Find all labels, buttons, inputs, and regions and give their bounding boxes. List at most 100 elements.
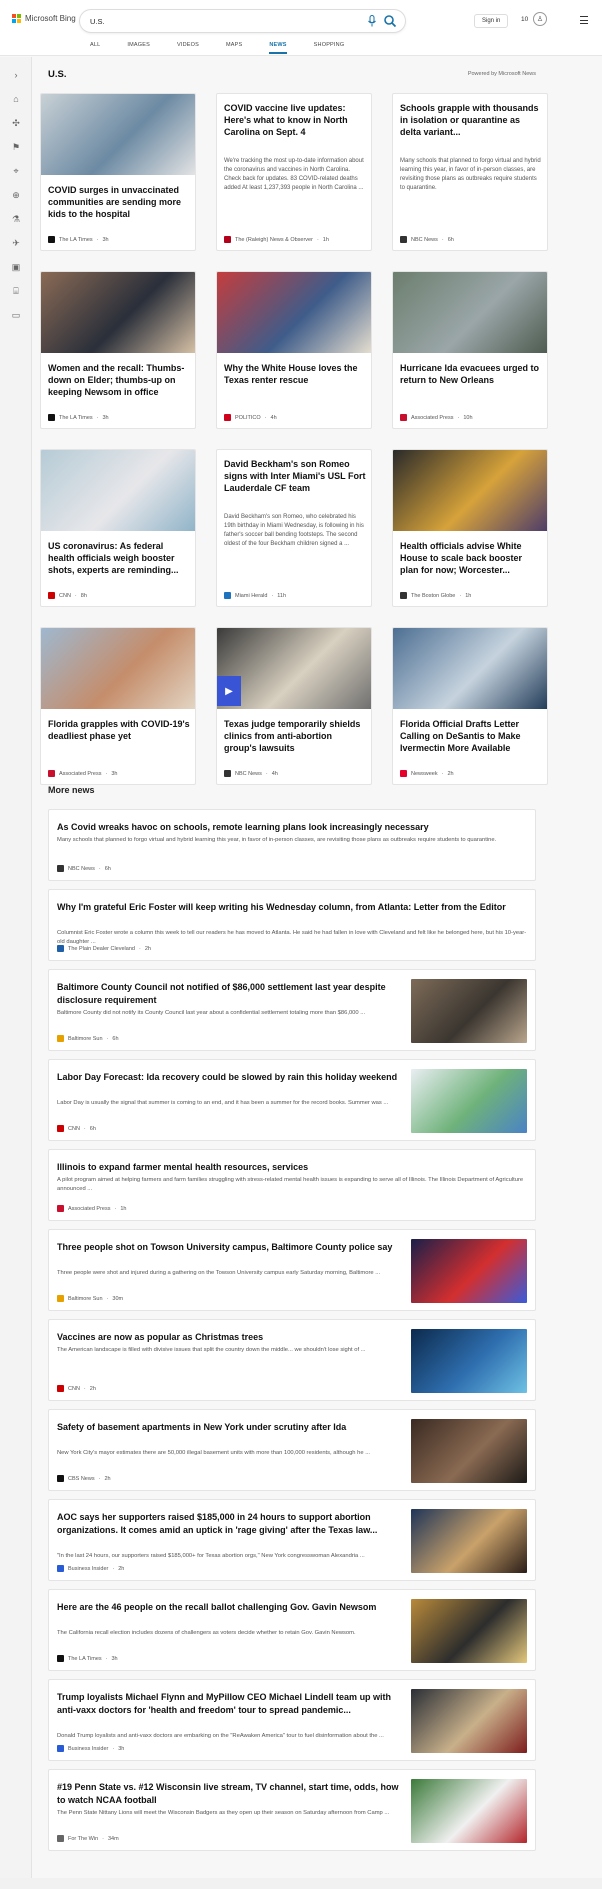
news-card-image[interactable] [41, 94, 195, 175]
news-card-source[interactable]: The LA Times · 3h [48, 414, 109, 421]
news-card-source[interactable]: The (Raleigh) News & Observer · 1h [224, 236, 329, 243]
tab-all[interactable]: ALL [90, 42, 100, 54]
news-card-title[interactable]: Florida Official Drafts Letter Calling o… [400, 718, 542, 754]
sign-in-button[interactable]: Sign in [474, 14, 509, 28]
video-icon[interactable]: ▣ [10, 261, 22, 273]
news-card[interactable]: Schools grapple with thousands in isolat… [392, 93, 548, 251]
tab-maps[interactable]: MAPS [226, 42, 242, 54]
news-card-image[interactable] [217, 272, 371, 353]
news-card-source[interactable]: The Boston Globe · 1h [400, 592, 471, 599]
news-card-source[interactable]: Associated Press · 3h [48, 770, 117, 777]
more-news-title[interactable]: #19 Penn State vs. #12 Wisconsin live st… [57, 1781, 407, 1807]
more-news-source[interactable]: For The Win · 34m [57, 1835, 119, 1842]
more-news-title[interactable]: Three people shot on Towson University c… [57, 1241, 407, 1254]
news-card-source[interactable]: Associated Press · 10h [400, 414, 473, 421]
more-news-item[interactable]: Illinois to expand farmer mental health … [48, 1149, 536, 1221]
news-card-image[interactable] [393, 272, 547, 353]
more-news-title[interactable]: Labor Day Forecast: Ida recovery could b… [57, 1071, 407, 1084]
more-news-title[interactable]: Why I'm grateful Eric Foster will keep w… [57, 901, 527, 914]
more-news-source[interactable]: Baltimore Sun · 30m [57, 1295, 123, 1302]
more-news-item[interactable]: Baltimore County Council not notified of… [48, 969, 536, 1051]
more-news-source[interactable]: The Plain Dealer Cleveland · 2h [57, 945, 151, 952]
more-news-title[interactable]: AOC says her supporters raised $185,000 … [57, 1511, 407, 1537]
more-news-item[interactable]: Labor Day Forecast: Ida recovery could b… [48, 1059, 536, 1141]
card-icon[interactable]: ▭ [10, 309, 22, 321]
tab-videos[interactable]: VIDEOS [177, 42, 199, 54]
news-card[interactable]: Florida Official Drafts Letter Calling o… [392, 627, 548, 785]
more-news-item[interactable]: As Covid wreaks havoc on schools, remote… [48, 809, 536, 881]
more-news-item[interactable]: AOC says her supporters raised $185,000 … [48, 1499, 536, 1581]
more-news-item[interactable]: Safety of basement apartments in New Yor… [48, 1409, 536, 1491]
more-news-image[interactable] [411, 1599, 527, 1663]
tab-news[interactable]: NEWS [269, 42, 287, 54]
more-news-image[interactable] [411, 979, 527, 1043]
news-card[interactable]: US coronavirus: As federal health offici… [40, 449, 196, 607]
more-news-source[interactable]: Business Insider · 2h [57, 1565, 124, 1572]
news-card-title[interactable]: Texas judge temporarily shields clinics … [224, 718, 366, 754]
news-card-image[interactable] [41, 272, 195, 353]
more-news-title[interactable]: Here are the 46 people on the recall bal… [57, 1601, 407, 1614]
more-news-source[interactable]: CNN · 6h [57, 1125, 96, 1132]
rewards-points[interactable]: 10 [521, 16, 528, 23]
space-icon[interactable]: ✈ [10, 237, 22, 249]
more-news-item[interactable]: Here are the 46 people on the recall bal… [48, 1589, 536, 1671]
news-card-title[interactable]: Schools grapple with thousands in isolat… [400, 102, 542, 138]
news-card-source[interactable]: POLITICO · 4h [224, 414, 277, 421]
more-news-source[interactable]: CNN · 2h [57, 1385, 96, 1392]
more-news-title[interactable]: As Covid wreaks havoc on schools, remote… [57, 821, 527, 834]
search-box[interactable] [80, 10, 405, 32]
more-news-title[interactable]: Baltimore County Council not notified of… [57, 981, 407, 1007]
hamburger-menu-icon[interactable] [580, 16, 588, 24]
more-news-item[interactable]: Vaccines are now as popular as Christmas… [48, 1319, 536, 1401]
rewards-icon[interactable]: ♙ [533, 12, 547, 26]
search-input[interactable] [90, 16, 330, 26]
news-card-title[interactable]: David Beckham's son Romeo signs with Int… [224, 458, 366, 494]
more-news-image[interactable] [411, 1069, 527, 1133]
news-card[interactable]: Hurricane Ida evacuees urged to return t… [392, 271, 548, 429]
microphone-icon[interactable] [367, 15, 377, 27]
pin-icon[interactable]: ✣ [10, 117, 22, 129]
news-card-title[interactable]: Hurricane Ida evacuees urged to return t… [400, 362, 542, 386]
more-news-source[interactable]: The LA Times · 3h [57, 1655, 118, 1662]
more-news-image[interactable] [411, 1689, 527, 1753]
news-card-title[interactable]: Florida grapples with COVID-19's deadlie… [48, 718, 190, 742]
globe-icon[interactable]: ⊕ [10, 189, 22, 201]
news-card-image[interactable] [41, 450, 195, 531]
news-card-title[interactable]: Why the White House loves the Texas rent… [224, 362, 366, 386]
more-news-source[interactable]: NBC News · 6h [57, 865, 111, 872]
more-news-item[interactable]: Three people shot on Towson University c… [48, 1229, 536, 1311]
home-icon[interactable]: ⌂ [10, 93, 22, 105]
flag-icon[interactable]: ⚑ [10, 141, 22, 153]
news-card[interactable]: David Beckham's son Romeo signs with Int… [216, 449, 372, 607]
news-card[interactable]: Florida grapples with COVID-19's deadlie… [40, 627, 196, 785]
news-card[interactable]: Why the White House loves the Texas rent… [216, 271, 372, 429]
news-card-title[interactable]: COVID surges in unvaccinated communities… [48, 184, 190, 220]
more-news-item[interactable]: #19 Penn State vs. #12 Wisconsin live st… [48, 1769, 536, 1851]
more-news-title[interactable]: Safety of basement apartments in New Yor… [57, 1421, 407, 1434]
news-card[interactable]: ▶ Texas judge temporarily shields clinics… [216, 627, 372, 785]
news-card-source[interactable]: Newsweek · 2h [400, 770, 454, 777]
tab-shopping[interactable]: SHOPPING [314, 42, 345, 54]
news-card-title[interactable]: US coronavirus: As federal health offici… [48, 540, 190, 576]
science-icon[interactable]: ⚗ [10, 213, 22, 225]
more-news-title[interactable]: Illinois to expand farmer mental health … [57, 1161, 527, 1174]
search-icon[interactable] [383, 14, 397, 28]
bank-icon[interactable]: ⌸ [10, 285, 22, 297]
news-card-title[interactable]: COVID vaccine live updates: Here's what … [224, 102, 366, 138]
news-card-image[interactable] [41, 628, 195, 709]
more-news-image[interactable] [411, 1329, 527, 1393]
news-card-title[interactable]: Women and the recall: Thumbs-down on Eld… [48, 362, 190, 398]
more-news-source[interactable]: Baltimore Sun · 6h [57, 1035, 119, 1042]
more-news-item[interactable]: Trump loyalists Michael Flynn and MyPill… [48, 1679, 536, 1761]
news-card[interactable]: COVID vaccine live updates: Here's what … [216, 93, 372, 251]
more-news-title[interactable]: Vaccines are now as popular as Christmas… [57, 1331, 407, 1344]
news-card-image[interactable] [393, 628, 547, 709]
expand-icon[interactable]: › [10, 69, 22, 81]
more-news-image[interactable] [411, 1509, 527, 1573]
location-icon[interactable]: ⌖ [10, 165, 22, 177]
news-card-source[interactable]: CNN · 8h [48, 592, 87, 599]
news-card[interactable]: Women and the recall: Thumbs-down on Eld… [40, 271, 196, 429]
news-card-source[interactable]: The LA Times · 3h [48, 236, 109, 243]
more-news-image[interactable] [411, 1239, 527, 1303]
news-card-source[interactable]: NBC News · 6h [400, 236, 454, 243]
